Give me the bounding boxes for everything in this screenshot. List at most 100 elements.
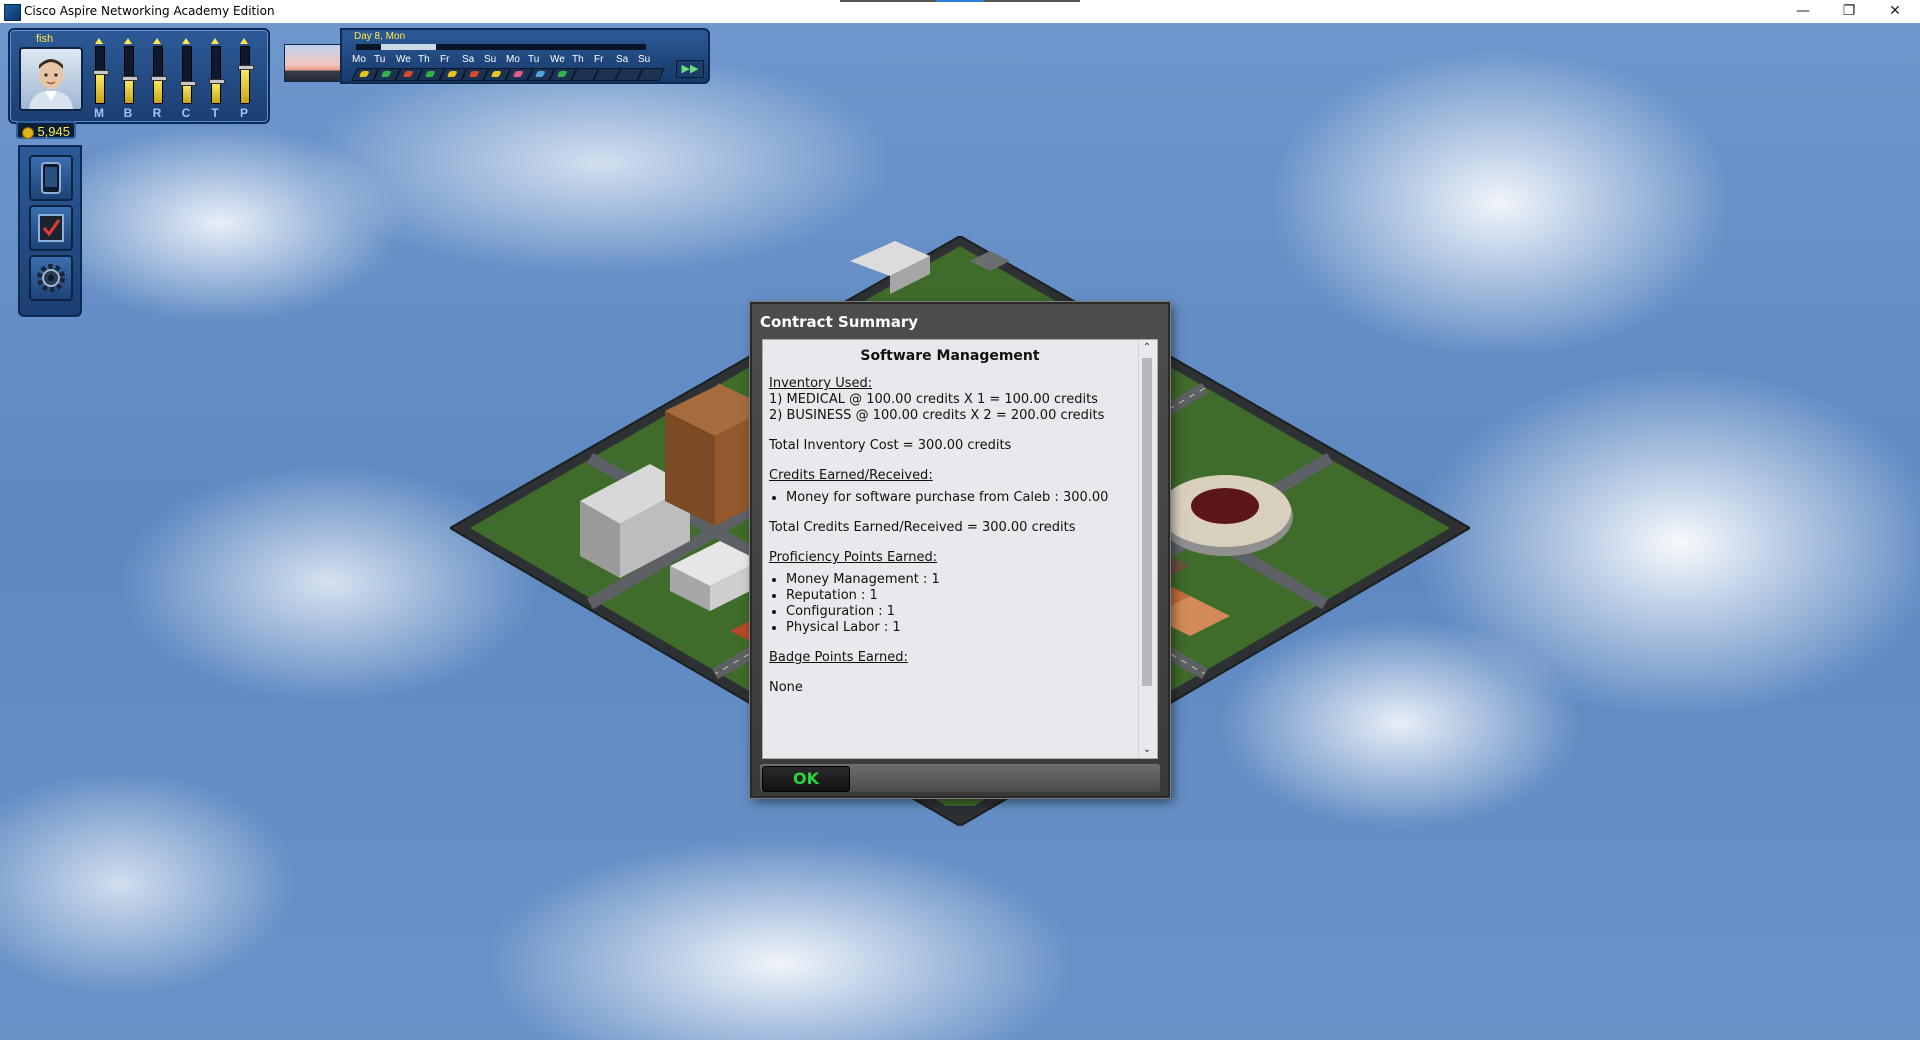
meter-track — [180, 46, 196, 104]
scroll-up-icon[interactable]: ⌃ — [1139, 342, 1155, 354]
fast-forward-button[interactable]: ▶▶ — [676, 60, 704, 78]
task-marker-icon — [534, 71, 546, 77]
meter-arrow-icon — [211, 38, 219, 44]
meter-arrow-icon — [240, 38, 248, 44]
meter-tick — [209, 79, 225, 84]
weekday-label: Th — [572, 54, 584, 65]
checklist-icon — [38, 214, 64, 242]
time-of-day-view — [284, 44, 342, 82]
meter-arrow-icon — [124, 38, 132, 44]
total-inventory: Total Inventory Cost = 300.00 credits — [769, 438, 1012, 453]
meter-track — [122, 46, 138, 104]
badge-value: None — [769, 680, 803, 695]
meter-fill — [183, 83, 191, 103]
dialog-scrollbar[interactable]: ⌃ ⌄ — [1138, 340, 1155, 758]
inventory-header: Inventory Used: — [769, 376, 873, 391]
meter-label: C — [181, 106, 191, 120]
proficiency-item: Configuration : 1 — [786, 604, 1131, 620]
window-titlebar: Cisco Aspire Networking Academy Edition … — [0, 0, 1920, 24]
weekday-label: Sa — [462, 54, 475, 65]
meter-arrow-icon — [95, 38, 103, 44]
weekday-label: Fr — [594, 54, 604, 65]
day-progress-fill — [381, 44, 436, 50]
calendar-panel: Day 8, Mon Mo Tu We Th Fr Sa Su Mo Tu We Th Fr Sa Su … — [340, 28, 710, 84]
weekday-label: Su — [484, 54, 497, 65]
meter-track — [238, 46, 254, 104]
stat-meter: C — [180, 38, 196, 120]
weekday-label: Mo — [506, 54, 520, 65]
meter-fill — [125, 78, 133, 103]
meter-label: P — [239, 106, 248, 120]
minimize-button[interactable]: — — [1780, 0, 1826, 23]
weekday-label: Th — [418, 54, 430, 65]
meter-track — [151, 46, 167, 104]
badge-header: Badge Points Earned: — [769, 650, 908, 665]
proficiency-header: Proficiency Points Earned: — [769, 550, 938, 565]
restore-button[interactable]: ❐ — [1826, 0, 1872, 23]
summary-content: Software Management Inventory Used: 1) M… — [769, 348, 1131, 696]
inventory-line: 2) BUSINESS @ 100.00 credits X 2 = 200.0… — [769, 408, 1105, 423]
stat-meter: T — [209, 38, 225, 120]
stat-meter: P — [238, 38, 254, 120]
scroll-down-icon[interactable]: ⌄ — [1139, 744, 1155, 756]
day-label: Day 8, Mon — [354, 31, 406, 42]
meter-tick — [238, 65, 254, 70]
meter-tick — [122, 76, 138, 81]
contract-summary-dialog: Contract Summary Software Management Inv… — [750, 302, 1170, 798]
gear-icon — [37, 264, 65, 292]
dialog-body: Software Management Inventory Used: 1) M… — [762, 339, 1158, 759]
contract-heading: Software Management — [860, 348, 1040, 364]
meter-fill — [241, 67, 249, 103]
tool-panel — [18, 145, 82, 317]
ok-button[interactable]: OK — [762, 766, 850, 792]
meter-track — [209, 46, 225, 104]
window-title: Cisco Aspire Networking Academy Edition — [24, 4, 275, 18]
total-credits: Total Credits Earned/Received = 300.00 c… — [769, 520, 1076, 535]
task-marker-icon — [446, 71, 458, 77]
avatar-portrait-icon — [29, 59, 73, 109]
player-name: fish — [36, 33, 54, 45]
stat-meter: R — [151, 38, 167, 120]
credits-header: Credits Earned/Received: — [769, 468, 933, 483]
meter-fill — [154, 78, 162, 103]
task-marker-icon — [490, 71, 502, 77]
dialog-title: Contract Summary — [760, 313, 919, 331]
task-marker-icon — [556, 71, 568, 77]
credit-item: Money for software purchase from Caleb :… — [786, 490, 1131, 506]
meter-tick — [93, 70, 109, 75]
scroll-thumb[interactable] — [1142, 358, 1152, 686]
proficiency-item: Physical Labor : 1 — [786, 620, 1131, 636]
close-window-button[interactable]: ✕ — [1872, 0, 1918, 23]
weekday-label: Su — [638, 54, 651, 65]
app-icon — [4, 4, 21, 21]
player-avatar[interactable] — [19, 47, 83, 111]
meter-label: B — [123, 106, 133, 120]
weekday-label: Tu — [528, 54, 540, 65]
phone-icon — [41, 162, 61, 194]
credits-list: Money for software purchase from Caleb :… — [769, 490, 1131, 506]
dialog-footer: OK — [760, 764, 1160, 792]
inventory-line: 1) MEDICAL @ 100.00 credits X 1 = 100.00… — [769, 392, 1098, 407]
weekday-label: Tu — [374, 54, 386, 65]
meter-tick — [180, 81, 196, 86]
stat-meter: M — [93, 38, 109, 120]
proficiency-list: Money Management : 1 Reputation : 1 Conf… — [769, 572, 1131, 636]
task-marker-icon — [402, 71, 414, 77]
weekday-label: We — [550, 54, 565, 65]
settings-button[interactable] — [29, 255, 73, 301]
meter-fill — [212, 81, 220, 103]
task-marker-icon — [424, 71, 436, 77]
proficiency-item: Money Management : 1 — [786, 572, 1131, 588]
meter-arrow-icon — [153, 38, 161, 44]
active-indicator — [936, 0, 984, 2]
credits-value: 5,945 — [37, 124, 70, 139]
meter-arrow-icon — [182, 38, 190, 44]
weekday-label: We — [396, 54, 411, 65]
weekday-label: Sa — [616, 54, 629, 65]
schedule-slot[interactable] — [636, 68, 666, 81]
coin-icon — [22, 127, 34, 139]
day-progress — [356, 44, 646, 50]
phone-button[interactable] — [29, 155, 73, 201]
checklist-button[interactable] — [29, 205, 73, 251]
weekday-label: Fr — [440, 54, 450, 65]
